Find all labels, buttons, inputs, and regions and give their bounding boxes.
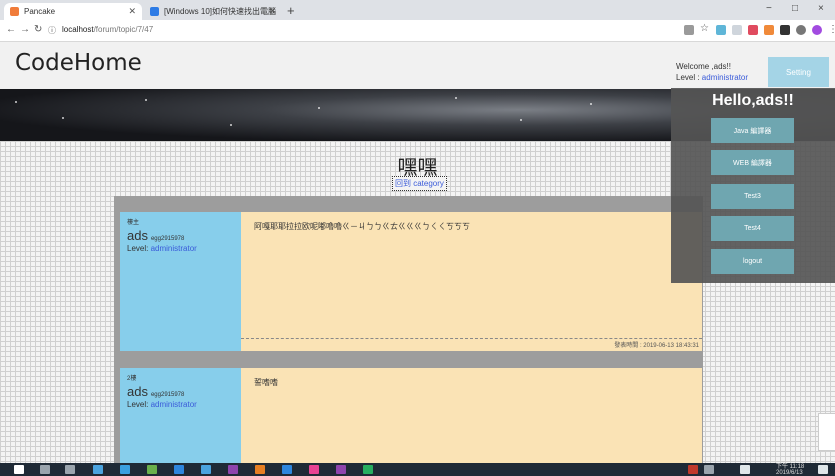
app-icon[interactable] (174, 465, 184, 474)
welcome-box: Welcome ,ads!! Level : administrator (676, 61, 748, 83)
site-header: CodeHome Welcome ,ads!! Level : administ… (0, 42, 835, 88)
post-level-label: Level: (127, 244, 151, 253)
minimize-button[interactable]: − (766, 3, 772, 14)
bookmark-star-icon[interactable]: ☆ (700, 23, 709, 34)
extension-icon[interactable] (764, 25, 774, 35)
menu-item-test4[interactable]: Test4 (711, 216, 794, 241)
app-icon[interactable] (147, 465, 157, 474)
menu-item-logout[interactable]: logout (711, 249, 794, 274)
taskbar-clock[interactable]: 下午 11:18 2019/6/13 (776, 464, 804, 476)
app-icon[interactable] (201, 465, 211, 474)
floating-side-widget[interactable] (818, 413, 835, 451)
back-arrow-icon[interactable]: ← (6, 24, 16, 35)
search-icon[interactable] (40, 465, 50, 474)
maximize-button[interactable]: □ (792, 3, 798, 14)
visual-studio-icon[interactable] (228, 465, 238, 474)
post-level-value: administrator (150, 244, 197, 253)
visual-studio-icon[interactable] (336, 465, 346, 474)
app-icon[interactable] (120, 465, 130, 474)
browser-tab-windows10[interactable]: [Windows 10]如何快速找出電腦 ✕ (144, 3, 282, 20)
pancake-favicon-icon (10, 7, 19, 16)
taskbar-date: 2019/6/13 (776, 470, 803, 476)
tray-icon[interactable] (704, 465, 714, 474)
app-icon[interactable] (282, 465, 292, 474)
post-body: 誓嗜嗜 (254, 378, 278, 387)
close-tab-icon[interactable]: ✕ (128, 6, 136, 17)
post-author-panel: 樓主 ads egg2915978 Level: administrator (120, 212, 241, 351)
posts-container: 樓主 ads egg2915978 Level: administrator 阿嘎… (114, 196, 703, 463)
post-body: 阿嘎耶耶拉拉欧呢嘟嚕嚕ㄍ－ㄐㄅㄅㄍㄊㄍㄍㄍㄅㄑㄑㄎㄎㄎ (254, 222, 470, 231)
post-author-name: ads (127, 384, 148, 399)
windows-taskbar: 下午 11:18 2019/6/13 (0, 463, 835, 476)
post-level-label: Level: (127, 400, 151, 409)
extension-icon[interactable] (796, 25, 806, 35)
start-windows-icon[interactable] (14, 465, 24, 474)
pocket-icon[interactable] (748, 25, 758, 35)
post-author-id: egg2915978 (150, 236, 185, 242)
app-icon[interactable] (309, 465, 319, 474)
post-divider (241, 338, 702, 339)
url-host: localhost (62, 25, 94, 34)
back-to-category-link[interactable]: 回到 category (392, 176, 447, 191)
url-path: /forum/topic/7/47 (93, 25, 154, 34)
forward-arrow-icon[interactable]: → (20, 24, 30, 35)
app-icon[interactable] (93, 465, 103, 474)
url-field[interactable]: localhost/forum/topic/7/47 (62, 25, 153, 34)
tab-title: Pancake (24, 7, 56, 16)
close-tab-icon[interactable]: ✕ (268, 6, 276, 17)
dropdown-greeting: Hello,ads!! (712, 92, 794, 109)
extension-icon[interactable] (780, 25, 790, 35)
post-timestamp: 發表時間 : 2019-06-13 18:43:31 (614, 343, 699, 349)
app-icon[interactable] (363, 465, 373, 474)
menu-item-test3[interactable]: Test3 (711, 184, 794, 209)
user-dropdown-menu: Hello,ads!! Java 編譯器 WEB 編譯器 Test3 Test4… (671, 88, 835, 283)
tab-title: [Windows 10]如何快速找出電腦 (164, 7, 277, 16)
menu-item-java-compiler[interactable]: Java 編譯器 (711, 118, 794, 143)
notification-icon[interactable] (818, 465, 828, 474)
level-label: Level : (676, 73, 702, 82)
post-level-value: administrator (150, 400, 197, 409)
info-icon[interactable]: ⓘ (48, 25, 56, 36)
close-window-button[interactable]: × (818, 3, 824, 14)
address-bar-row: ← → ↻ ⓘ localhost/forum/topic/7/47 ☆ ⋮ (0, 20, 835, 42)
profile-avatar-icon[interactable] (812, 25, 822, 35)
menu-item-web-compiler[interactable]: WEB 編譯器 (711, 150, 794, 175)
extension-icon[interactable] (716, 25, 726, 35)
extension-icon[interactable] (732, 25, 742, 35)
post-content-panel: 誓嗜嗜 (241, 368, 702, 463)
task-view-icon[interactable] (65, 465, 75, 474)
post-floor: 樓主 (127, 220, 140, 226)
menu-dots-icon[interactable]: ⋮ (828, 24, 835, 35)
level-value: administrator (701, 73, 749, 82)
browser-tab-bar: Pancake ✕ [Windows 10]如何快速找出電腦 ✕ + − □ × (0, 0, 835, 20)
post-author-id: egg2915978 (150, 392, 185, 398)
post-item: 2樓 ads egg2915978 Level: administrator 誓嗜… (120, 368, 702, 463)
post-content-panel: 阿嘎耶耶拉拉欧呢嘟嚕嚕ㄍ－ㄐㄅㄅㄍㄊㄍㄍㄍㄅㄑㄑㄎㄎㄎ 發表時間 : 2019-… (241, 212, 702, 351)
chrome-icon[interactable] (255, 465, 265, 474)
post-floor: 2樓 (127, 376, 137, 382)
post-author-panel: 2樓 ads egg2915978 Level: administrator (120, 368, 241, 463)
site-favicon-icon (150, 7, 159, 16)
new-tab-button[interactable]: + (287, 3, 295, 18)
volume-icon[interactable] (740, 465, 750, 474)
welcome-text: Welcome ,ads!! (676, 62, 731, 71)
translate-icon[interactable] (684, 25, 694, 35)
post-author-name: ads (127, 228, 148, 243)
reload-icon[interactable]: ↻ (34, 24, 42, 35)
setting-button[interactable]: Setting (768, 57, 829, 87)
tray-icon[interactable] (688, 465, 698, 474)
browser-tab-pancake[interactable]: Pancake ✕ (4, 3, 142, 20)
post-item: 樓主 ads egg2915978 Level: administrator 阿嘎… (120, 212, 702, 351)
site-logo[interactable]: CodeHome (15, 50, 142, 76)
